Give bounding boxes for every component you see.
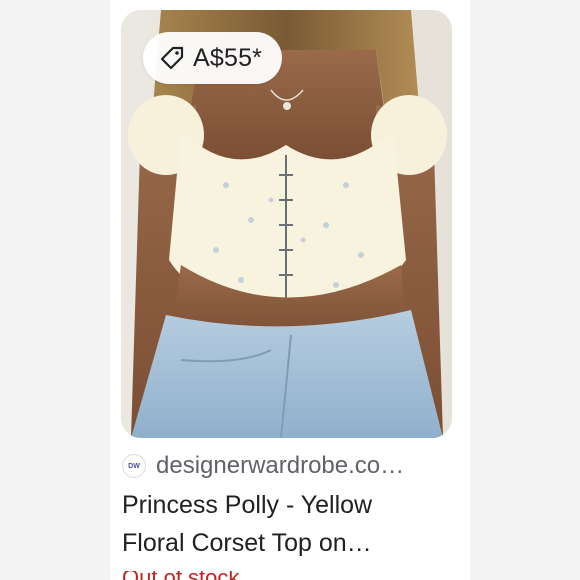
- product-result-card[interactable]: A$55* DW designerwardrobe.co… Princess P…: [110, 0, 470, 580]
- source-domain[interactable]: designerwardrobe.co…: [156, 452, 404, 480]
- price-badge: A$55*: [143, 32, 283, 84]
- truncated-status-text: Out of stock: [122, 571, 239, 580]
- product-image[interactable]: A$55*: [121, 10, 452, 438]
- left-background: [0, 0, 110, 580]
- source-row[interactable]: DW designerwardrobe.co…: [122, 452, 458, 480]
- product-title-line-1: Princess Polly - Yellow: [122, 491, 373, 519]
- site-favicon: DW: [122, 454, 146, 478]
- product-title-line-2: Floral Corset Top on…: [122, 529, 372, 557]
- price-label: A$55*: [193, 43, 263, 72]
- product-title[interactable]: Princess Polly - Yellow Floral Corset To…: [122, 486, 452, 562]
- right-background: [470, 0, 580, 580]
- tag-icon: [159, 45, 185, 71]
